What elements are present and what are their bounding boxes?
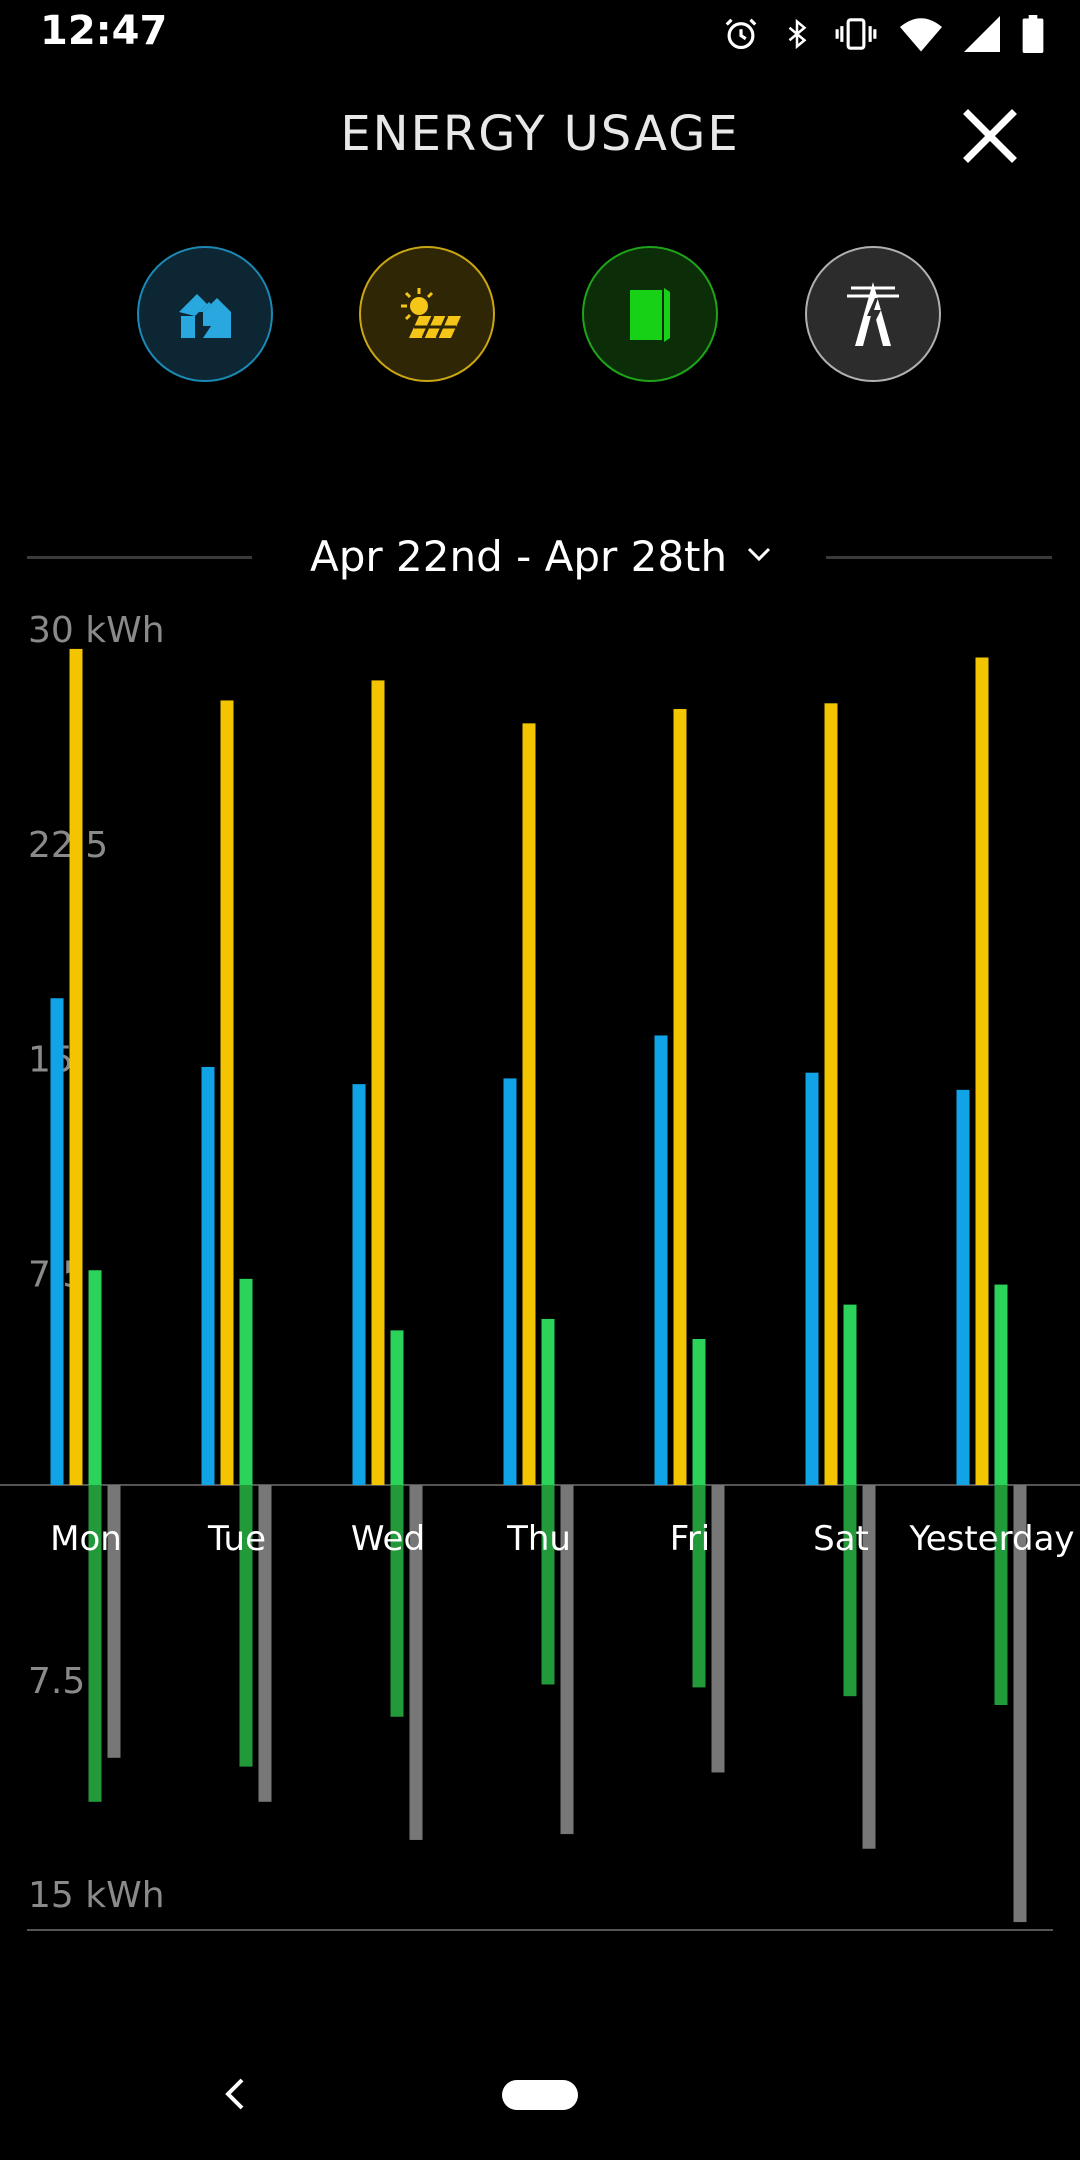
bar-solar	[824, 703, 838, 1485]
bar-battery_discharge	[239, 1485, 253, 1767]
status-icons	[722, 14, 1044, 54]
bar-solar	[673, 709, 687, 1485]
date-range-selector: Apr 22nd - Apr 28th	[0, 528, 1080, 584]
bar-battery_charge	[239, 1278, 253, 1485]
bar-battery_charge	[994, 1284, 1008, 1485]
bar-home	[503, 1078, 517, 1485]
divider	[826, 556, 1052, 559]
bar-battery_discharge	[692, 1485, 706, 1688]
page-title: ENERGY USAGE	[340, 106, 740, 162]
vibrate-icon	[835, 18, 877, 50]
back-chevron-icon	[225, 2078, 244, 2110]
bar-grid	[1013, 1485, 1027, 1923]
bar-battery_charge	[390, 1330, 404, 1485]
bar-solar	[69, 648, 83, 1485]
status-time: 12:47	[40, 8, 168, 54]
wifi-icon	[900, 18, 942, 52]
bar-grid	[862, 1485, 876, 1849]
bar-battery_charge	[843, 1304, 857, 1485]
bar-home	[352, 1084, 366, 1485]
bar-solar	[220, 700, 234, 1485]
y-tick-label: 30 kWh	[28, 610, 165, 651]
y-tick-label: 7.5	[28, 1661, 85, 1702]
bar-battery_charge	[541, 1318, 555, 1485]
battery-filter-button[interactable]	[582, 246, 718, 382]
bar-battery_charge	[88, 1270, 102, 1485]
solar-panel-icon	[401, 288, 461, 339]
x-tick-label: Yesterday	[908, 1519, 1074, 1559]
solar-filter-button[interactable]	[359, 246, 495, 382]
bar-grid	[409, 1485, 423, 1840]
bar-grid	[560, 1485, 574, 1835]
home-icon	[179, 294, 231, 338]
home-pill[interactable]	[502, 2080, 578, 2110]
y-tick-label: 22.5	[28, 825, 108, 866]
bar-battery_discharge	[541, 1485, 555, 1685]
x-tick-label: Fri	[670, 1519, 711, 1559]
bar-battery_discharge	[994, 1485, 1008, 1705]
bar-battery_discharge	[390, 1485, 404, 1717]
x-tick-label: Mon	[50, 1519, 122, 1559]
y-tick-label: 15 kWh	[28, 1875, 165, 1916]
bar-home	[654, 1035, 668, 1485]
x-tick-label: Tue	[207, 1519, 266, 1559]
bar-home	[956, 1089, 970, 1485]
battery-icon	[1022, 15, 1044, 53]
y-tick-label: 7.5	[28, 1254, 85, 1295]
status-bar: 12:47	[0, 0, 1080, 70]
date-range-label[interactable]: Apr 22nd - Apr 28th	[310, 532, 727, 581]
battery-pack-icon	[630, 288, 670, 342]
divider	[27, 556, 252, 559]
x-tick-label: Thu	[506, 1519, 571, 1559]
alarm-icon	[725, 18, 757, 50]
bar-home	[201, 1066, 215, 1485]
power-tower-icon	[847, 282, 899, 346]
bar-battery_charge	[692, 1338, 706, 1485]
y-tick-label: 15	[28, 1040, 74, 1081]
bluetooth-icon	[788, 18, 807, 50]
close-icon	[963, 109, 1017, 163]
chevron-down-icon[interactable]	[747, 546, 771, 562]
bar-battery_discharge	[88, 1485, 102, 1802]
x-tick-label: Wed	[351, 1519, 425, 1559]
home-filter-button[interactable]	[137, 246, 273, 382]
back-button[interactable]	[216, 2074, 256, 2114]
bar-home	[805, 1072, 819, 1485]
bar-grid	[258, 1485, 272, 1802]
bar-solar	[975, 657, 989, 1485]
bar-home	[50, 998, 64, 1485]
close-button[interactable]	[962, 108, 1018, 164]
bar-solar	[522, 723, 536, 1485]
bar-solar	[371, 680, 385, 1485]
bar-grid	[711, 1485, 725, 1773]
signal-icon	[964, 16, 1000, 52]
bar-grid	[107, 1485, 121, 1758]
grid-filter-button[interactable]	[805, 246, 941, 382]
bar-battery_discharge	[843, 1485, 857, 1697]
x-tick-label: Sat	[813, 1519, 869, 1559]
